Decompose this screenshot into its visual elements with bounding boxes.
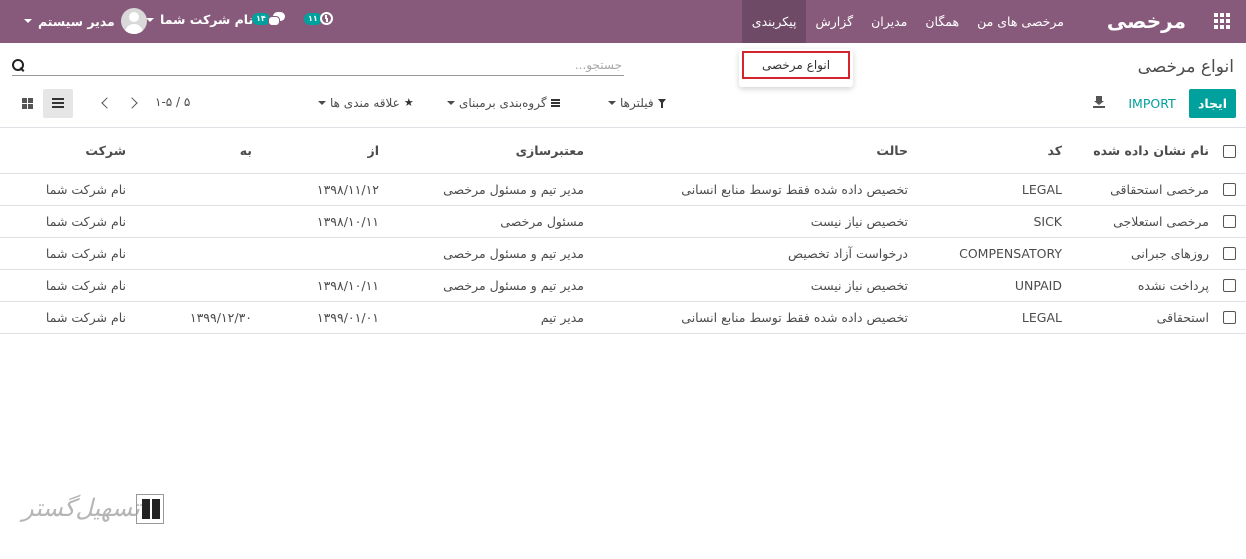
row-checkbox[interactable] <box>1223 279 1236 292</box>
filters-button[interactable]: فیلترها <box>608 95 667 111</box>
cell-to: ۱۳۹۹/۱۲/۳۰ <box>189 310 252 325</box>
cell-code: SICK <box>1033 214 1062 229</box>
main-menu: مرخصی های من همگان مدیران گزارش پیکربندی <box>741 0 1073 43</box>
cell-code: LEGAL <box>1021 310 1062 325</box>
company-switcher[interactable]: نام شرکت شما <box>146 12 253 27</box>
chat-icon <box>267 12 285 26</box>
cell-company: نام شرکت شما <box>45 246 126 261</box>
activities-button[interactable]: ۱۱ <box>304 12 333 25</box>
create-button[interactable]: ایجاد <box>1189 89 1236 118</box>
watermark-logo <box>136 494 164 524</box>
watermark: تسهیل‌گستر <box>22 490 167 535</box>
cell-name: مرخصی استعلاجی <box>1113 214 1209 229</box>
filters-label: فیلترها <box>620 96 654 110</box>
configuration-dropdown: انواع مرخصی <box>739 49 853 87</box>
pager-value[interactable]: ۱-۵ / ۵ <box>155 95 190 109</box>
app-brand: مرخصی <box>1106 9 1186 33</box>
groupby-label: گروه‌بندی برمبنای <box>459 96 547 110</box>
caret-down-icon <box>318 101 326 105</box>
search-input[interactable] <box>42 55 622 75</box>
groupby-button[interactable]: گروه‌بندی برمبنای <box>447 95 560 111</box>
chevron-left-icon[interactable] <box>96 95 112 111</box>
header-from[interactable]: از <box>368 128 379 173</box>
cell-name: پرداخت نشده <box>1137 278 1209 293</box>
menu-configuration[interactable]: پیکربندی <box>741 0 807 43</box>
cell-name: مرخصی استحقاقی <box>1110 182 1209 197</box>
top-navbar: مرخصی مرخصی های من همگان مدیران گزارش پی… <box>0 0 1246 43</box>
chevron-right-icon[interactable] <box>124 95 140 111</box>
header-code[interactable]: کد <box>1048 128 1063 173</box>
dropdown-item-leave-types[interactable]: انواع مرخصی <box>742 51 850 79</box>
messages-button[interactable]: ۱۴ <box>252 12 285 26</box>
avatar <box>120 8 147 34</box>
search-icon[interactable] <box>12 59 24 71</box>
favorites-button[interactable]: ★ علاقه مندی ها <box>318 95 414 111</box>
kanban-view-icon[interactable] <box>14 89 42 118</box>
list-view-icon[interactable] <box>43 89 73 118</box>
cell-validation: مدیر تیم و مسئول مرخصی <box>443 246 584 261</box>
header-name[interactable]: نام نشان داده شده <box>1093 128 1209 173</box>
user-name: مدیر سیستم <box>38 13 115 29</box>
menu-managers[interactable]: مدیران <box>862 0 916 43</box>
cell-code: UNPAID <box>1014 278 1062 293</box>
cell-from: ۱۳۹۸/۱۰/۱۱ <box>316 278 379 293</box>
cell-from: ۱۳۹۹/۰۱/۰۱ <box>316 310 379 325</box>
cell-state: تخصیص نیاز نیست <box>810 278 908 293</box>
cell-company: نام شرکت شما <box>45 182 126 197</box>
cell-company: نام شرکت شما <box>45 310 126 325</box>
header-company[interactable]: شرکت <box>85 128 126 173</box>
table-row[interactable]: روزهای جبرانی COMPENSATORY درخواست آزاد … <box>0 238 1246 270</box>
cell-state: تخصیص نیاز نیست <box>810 214 908 229</box>
table-row[interactable]: استحقاقی LEGAL تخصیص داده شده فقط توسط م… <box>0 302 1246 334</box>
menu-my-leaves[interactable]: مرخصی های من <box>968 0 1073 43</box>
caret-down-icon <box>447 101 455 105</box>
download-icon[interactable] <box>1093 96 1105 108</box>
header-state[interactable]: حالت <box>876 128 908 173</box>
cell-state: درخواست آزاد تخصیص <box>788 246 908 261</box>
cell-validation: مسئول مرخصی <box>500 214 584 229</box>
cell-company: نام شرکت شما <box>45 214 126 229</box>
cell-from: ۱۳۹۸/۱۱/۱۲ <box>316 182 379 197</box>
import-button[interactable]: IMPORT <box>1122 89 1182 118</box>
star-icon: ★ <box>403 96 414 109</box>
cell-code: COMPENSATORY <box>959 246 1062 261</box>
table-row[interactable]: مرخصی استعلاجی SICK تخصیص نیاز نیست مسئو… <box>0 206 1246 238</box>
cell-validation: مدیر تیم و مسئول مرخصی <box>443 182 584 197</box>
cell-name: استحقاقی <box>1156 310 1209 325</box>
caret-down-icon <box>146 17 154 22</box>
cell-code: LEGAL <box>1021 182 1062 197</box>
row-checkbox[interactable] <box>1223 247 1236 260</box>
table-row[interactable]: پرداخت نشده UNPAID تخصیص نیاز نیست مدیر … <box>0 270 1246 302</box>
header-to[interactable]: به <box>240 128 252 173</box>
favorites-label: علاقه مندی ها <box>330 96 400 110</box>
page-title: انواع مرخصی <box>1137 57 1234 77</box>
leave-types-table: نام نشان داده شده کد حالت معتبرسازی از ب… <box>0 127 1246 334</box>
menu-reporting[interactable]: گزارش <box>806 0 862 43</box>
table-header-row: نام نشان داده شده کد حالت معتبرسازی از ب… <box>0 127 1246 174</box>
bars-icon <box>550 99 560 107</box>
caret-down-icon <box>608 101 616 105</box>
apps-grid-icon[interactable] <box>1214 13 1230 29</box>
select-all-checkbox[interactable] <box>1223 145 1236 158</box>
filter-icon <box>657 98 667 108</box>
watermark-text: تسهیل‌گستر <box>22 494 140 522</box>
row-checkbox[interactable] <box>1223 183 1236 196</box>
header-validation[interactable]: معتبرسازی <box>516 128 584 173</box>
row-checkbox[interactable] <box>1223 311 1236 324</box>
cell-state: تخصیص داده شده فقط توسط منابع انسانی <box>681 310 908 325</box>
clock-icon <box>319 12 333 25</box>
row-checkbox[interactable] <box>1223 215 1236 228</box>
caret-down-icon <box>24 19 32 23</box>
cell-from: ۱۳۹۸/۱۰/۱۱ <box>316 214 379 229</box>
company-name: نام شرکت شما <box>160 12 254 27</box>
cell-company: نام شرکت شما <box>45 278 126 293</box>
cell-validation: مدیر تیم و مسئول مرخصی <box>443 278 584 293</box>
menu-everyone[interactable]: همگان <box>916 0 968 43</box>
cell-state: تخصیص داده شده فقط توسط منابع انسانی <box>681 182 908 197</box>
user-menu[interactable]: مدیر سیستم <box>24 8 147 34</box>
table-row[interactable]: مرخصی استحقاقی LEGAL تخصیص داده شده فقط … <box>0 174 1246 206</box>
search-bar <box>12 55 624 76</box>
cell-validation: مدیر تیم <box>540 310 584 325</box>
cell-name: روزهای جبرانی <box>1130 246 1209 261</box>
